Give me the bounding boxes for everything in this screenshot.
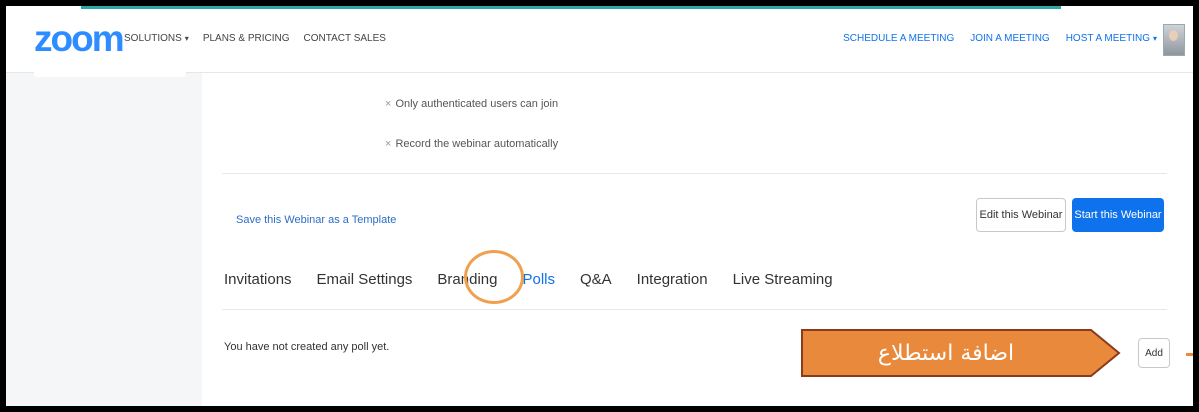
add-poll-button[interactable]: Add	[1138, 338, 1170, 368]
sidebar	[6, 69, 202, 406]
option-authenticated-only: × Only authenticated users can join	[385, 98, 559, 110]
avatar[interactable]	[1163, 24, 1185, 56]
option-record-automatically: × Record the webinar automatically	[385, 138, 559, 150]
close-icon: ×	[385, 98, 392, 110]
sidebar-item	[34, 69, 186, 77]
top-navbar: zoom SOLUTIONS ▾ PLANS & PRICING CONTACT …	[6, 6, 1193, 73]
nav-left: SOLUTIONS ▾ PLANS & PRICING CONTACT SALES	[124, 33, 386, 44]
tab-invitations[interactable]: Invitations	[224, 271, 292, 288]
webinar-tabs: Invitations Email Settings Branding Poll…	[224, 271, 858, 288]
polls-empty-message: You have not created any poll yet.	[224, 341, 390, 353]
zoom-logo[interactable]: zoom	[34, 18, 125, 60]
tab-live-streaming[interactable]: Live Streaming	[733, 271, 833, 288]
chevron-down-icon: ▾	[1152, 34, 1157, 43]
chevron-down-icon: ▾	[184, 34, 189, 43]
tab-polls[interactable]: Polls	[522, 271, 555, 288]
nav-plans-pricing[interactable]: PLANS & PRICING	[203, 33, 290, 44]
nav-contact-sales[interactable]: CONTACT SALES	[304, 33, 386, 44]
nav-solutions[interactable]: SOLUTIONS ▾	[124, 33, 189, 44]
screenshot-frame: zoom SOLUTIONS ▾ PLANS & PRICING CONTACT …	[0, 0, 1199, 412]
annotation-label: اضافة استطلاع	[877, 340, 1015, 366]
annotation-arrow: اضافة استطلاع	[801, 329, 1121, 377]
nav-host-meeting[interactable]: HOST A MEETING ▾	[1066, 33, 1157, 44]
tab-email-settings[interactable]: Email Settings	[317, 271, 413, 288]
edit-webinar-button[interactable]: Edit this Webinar	[976, 198, 1066, 232]
divider	[222, 173, 1167, 174]
close-icon: ×	[385, 138, 392, 150]
save-as-template-link[interactable]: Save this Webinar as a Template	[236, 214, 396, 226]
nav-right: SCHEDULE A MEETING JOIN A MEETING HOST A…	[843, 33, 1157, 44]
tab-qa[interactable]: Q&A	[580, 271, 612, 288]
nav-schedule-meeting[interactable]: SCHEDULE A MEETING	[843, 33, 954, 44]
polls-highlight-circle	[464, 250, 524, 304]
start-webinar-button[interactable]: Start this Webinar	[1072, 198, 1164, 232]
orange-marker	[1186, 353, 1193, 356]
divider	[222, 309, 1167, 310]
nav-join-meeting[interactable]: JOIN A MEETING	[970, 33, 1049, 44]
tab-integration[interactable]: Integration	[637, 271, 708, 288]
header-accent-line	[81, 6, 1061, 9]
